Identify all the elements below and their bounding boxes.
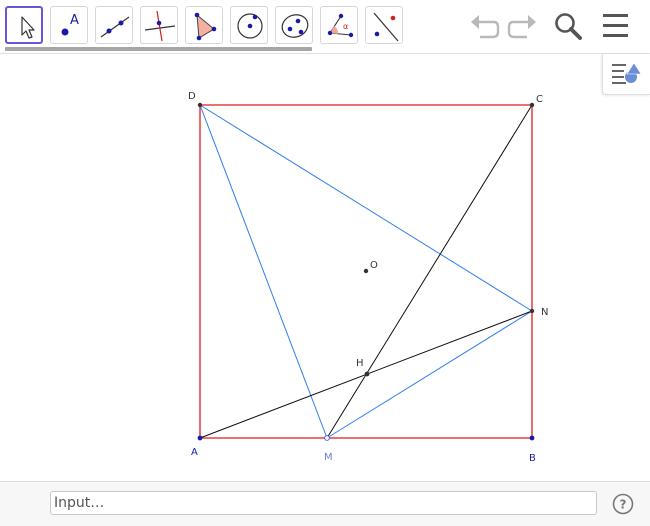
segment-nd: [199, 104, 533, 312]
reflect-tool-button[interactable]: [365, 6, 403, 44]
undo-icon: [471, 15, 500, 39]
segment-mn: [326, 310, 533, 439]
hamburger-menu-icon: [603, 14, 628, 37]
redo-button[interactable]: [505, 10, 539, 42]
perpendicular-line-icon: [144, 10, 176, 42]
angle-tool-glyph: α: [343, 22, 348, 31]
circle-center-point-icon: [237, 13, 263, 39]
perpendicular-tool-button[interactable]: [140, 6, 178, 44]
line-icon: [100, 16, 130, 38]
reflect-about-line-icon: [373, 12, 399, 42]
conic-ellipse-icon: [281, 14, 309, 38]
segment-mc[interactable]: [326, 104, 533, 439]
help-icon: ?: [612, 493, 634, 515]
point-d[interactable]: [197, 102, 203, 108]
point-n[interactable]: [529, 308, 535, 314]
algebra-input-field[interactable]: [50, 491, 597, 515]
label-b: B: [529, 453, 536, 464]
polygon-tool-button[interactable]: [185, 6, 223, 44]
move-arrow-icon: [21, 16, 35, 39]
label-h: H: [356, 358, 364, 369]
toolbar: A α: [0, 0, 650, 54]
point-a[interactable]: [197, 435, 203, 441]
redo-icon: [507, 15, 536, 39]
point-c[interactable]: [529, 102, 535, 108]
search-icon: [555, 13, 582, 40]
point-b[interactable]: [529, 435, 535, 441]
segment-dm: [199, 104, 328, 439]
label-d: D: [188, 91, 196, 102]
move-tool-button[interactable]: [5, 6, 43, 44]
undo-button[interactable]: [468, 10, 502, 42]
label-n: N: [541, 307, 548, 318]
point-h[interactable]: [364, 371, 370, 377]
search-button[interactable]: [552, 10, 586, 42]
point-o[interactable]: [363, 268, 369, 274]
point-icon: A: [61, 13, 79, 36]
angle-tool-button[interactable]: α: [320, 6, 358, 44]
label-m: M: [324, 452, 333, 463]
point-tool-glyph: A: [70, 13, 79, 28]
point-tool-button[interactable]: A: [50, 6, 88, 44]
label-c: C: [536, 94, 543, 105]
help-glyph: ?: [620, 498, 627, 512]
angle-icon: α: [327, 13, 354, 38]
label-a: A: [191, 447, 198, 458]
graphics-view[interactable]: A B C D M N O H: [0, 54, 650, 481]
toolbar-scrollbar[interactable]: [5, 47, 312, 51]
line-tool-button[interactable]: [95, 6, 133, 44]
polygon-icon: [194, 12, 217, 41]
main-menu-button[interactable]: [599, 10, 633, 42]
algebra-input-bar: ?: [0, 481, 650, 526]
point-m[interactable]: [324, 435, 330, 441]
label-o: O: [370, 260, 378, 271]
conic-tool-button[interactable]: [275, 6, 313, 44]
circle-tool-button[interactable]: [230, 6, 268, 44]
input-help-button[interactable]: ?: [612, 493, 634, 515]
